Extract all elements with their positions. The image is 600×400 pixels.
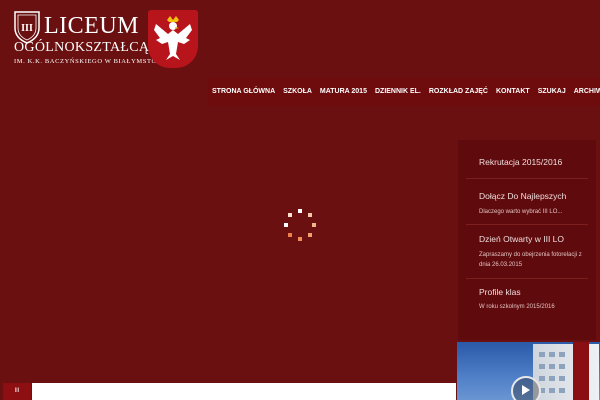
logo-subtitle: OGÓLNOKSZTAŁCĄCE bbox=[14, 40, 168, 55]
play-icon bbox=[522, 385, 530, 395]
divider bbox=[466, 224, 588, 225]
logo-title: LICEUM bbox=[44, 13, 139, 39]
school-crest-icon: III bbox=[12, 10, 42, 44]
news-sidebar: Rekrutacja 2015/2016 Dołącz Do Najlepszy… bbox=[458, 140, 596, 340]
sidebar-item-title[interactable]: Dzień Otwarty w III LO bbox=[479, 234, 564, 244]
logo-patron: IM. K.K. BACZYŃSKIEGO W BIAŁYMSTOKU bbox=[14, 58, 168, 65]
divider bbox=[466, 178, 588, 179]
sidebar-item-excerpt: W roku szkolnym 2015/2016 bbox=[479, 304, 555, 310]
crest-numeral: III bbox=[21, 23, 33, 34]
content-panel bbox=[32, 383, 456, 400]
sidebar-item-excerpt: Zapraszamy do obejrzenia fotorelacji z d… bbox=[479, 252, 582, 268]
nav-item-strona-glowna[interactable]: STRONA GŁÓWNA bbox=[208, 78, 279, 106]
nav-item-kontakt[interactable]: KONTAKT bbox=[492, 78, 534, 106]
nav-item-szukaj[interactable]: SZUKAJ bbox=[534, 78, 570, 106]
nav-item-szkola[interactable]: SZKOŁA bbox=[279, 78, 316, 106]
play-button[interactable] bbox=[511, 376, 541, 400]
nav-item-matura[interactable]: MATURA 2015 bbox=[316, 78, 371, 106]
building-pillar bbox=[573, 342, 589, 400]
sidebar-item-title[interactable]: Rekrutacja 2015/2016 bbox=[479, 157, 562, 167]
polish-eagle-emblem-icon bbox=[148, 10, 198, 68]
nav-item-rozklad[interactable]: ROZKŁAD ZAJĘĆ bbox=[425, 78, 492, 106]
video-thumbnail[interactable] bbox=[457, 342, 600, 400]
loading-spinner-icon bbox=[284, 209, 316, 241]
main-nav: STRONA GŁÓWNA SZKOŁA MATURA 2015 DZIENNI… bbox=[208, 78, 600, 106]
section-badge: III bbox=[3, 383, 31, 400]
divider bbox=[466, 278, 588, 279]
school-building-image bbox=[533, 344, 599, 400]
nav-item-archiwum[interactable]: ARCHIWUM bbox=[570, 78, 600, 106]
nav-item-dziennik[interactable]: DZIENNIK EL. bbox=[371, 78, 425, 106]
sidebar-item-title[interactable]: Profile klas bbox=[479, 287, 521, 297]
sidebar-item-title[interactable]: Dołącz Do Najlepszych bbox=[479, 191, 566, 201]
sidebar-item-excerpt: Dlaczego warto wybrać III LO... bbox=[479, 209, 563, 215]
